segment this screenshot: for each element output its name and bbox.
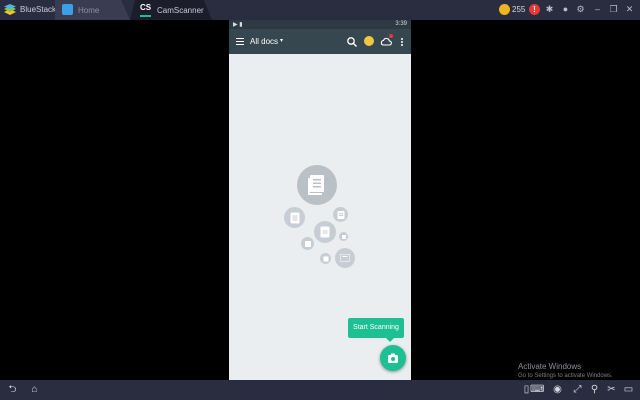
- location-icon[interactable]: ⚲: [588, 384, 601, 396]
- app-bar: All docs ▾: [229, 29, 411, 54]
- coin-icon[interactable]: [499, 4, 510, 15]
- coin-count: 255: [512, 5, 526, 14]
- phone-rotate-icon[interactable]: ▭: [622, 384, 635, 396]
- document-bubble-icon: [335, 248, 355, 268]
- camscanner-tab-underline: [140, 15, 151, 17]
- emulator-title-bar: BlueStacks Home CS CamScanner 255 ! ✱ ● …: [0, 0, 640, 20]
- tab-camscanner-label: CamScanner: [157, 6, 204, 15]
- restore-icon[interactable]: ❐: [608, 4, 619, 15]
- search-icon[interactable]: [346, 35, 358, 47]
- status-icons: ▶ ▮: [233, 22, 243, 28]
- document-bubble-icon: [333, 207, 348, 222]
- docs-filter-title[interactable]: All docs: [250, 37, 278, 46]
- tab-camscanner[interactable]: CS CamScanner: [130, 0, 212, 20]
- start-scanning-label: Start Scanning: [353, 324, 399, 331]
- document-bubble-icon: [314, 221, 336, 243]
- expand-icon[interactable]: ⤢: [571, 384, 584, 396]
- document-bubble-icon: [301, 237, 314, 250]
- bug-icon[interactable]: ✱: [544, 4, 555, 15]
- bluestacks-logo: [4, 4, 16, 15]
- home-tab-icon: [62, 4, 73, 15]
- start-scanning-tooltip[interactable]: Start Scanning: [348, 318, 404, 342]
- premium-crown-icon[interactable]: [364, 36, 374, 46]
- document-bubble-icon: [320, 253, 331, 264]
- back-icon[interactable]: ⮌: [6, 384, 19, 396]
- alert-icon[interactable]: !: [529, 4, 540, 15]
- document-bubble-icon: [339, 232, 348, 241]
- eye-icon[interactable]: ◉: [551, 384, 564, 396]
- more-options-icon[interactable]: [401, 38, 404, 47]
- chevron-down-icon[interactable]: ▾: [280, 37, 283, 44]
- document-bubble-icon: [284, 207, 305, 228]
- status-time: 3:39: [395, 21, 407, 27]
- notification-dot: [389, 34, 393, 38]
- windows-watermark-title: Activate Windows: [518, 362, 582, 371]
- minimize-icon[interactable]: –: [592, 4, 603, 15]
- tab-home[interactable]: Home: [55, 0, 130, 20]
- camera-fab-button[interactable]: [380, 345, 406, 371]
- scissors-icon[interactable]: ✂: [605, 384, 618, 396]
- keyboard-icon[interactable]: ⌨: [530, 384, 544, 396]
- documents-icon: [297, 165, 337, 205]
- cloud-sync-icon[interactable]: [380, 34, 393, 47]
- android-status-bar: ▶ ▮ 3:39: [229, 20, 411, 29]
- gear-icon[interactable]: ⚙: [575, 4, 586, 15]
- windows-watermark-subtitle: Go to Settings to activate Windows.: [518, 373, 613, 379]
- hamburger-menu-icon[interactable]: [236, 38, 244, 45]
- user-icon[interactable]: ●: [560, 4, 571, 15]
- tab-home-label: Home: [78, 6, 100, 15]
- close-icon[interactable]: ✕: [624, 4, 635, 15]
- emulator-bottom-bar: ⮌ ⌂ ▯ ⌨ ◉ ⤢ ⚲ ✂ ▭: [0, 380, 640, 400]
- camscanner-tab-icon: CS: [140, 3, 152, 12]
- camera-icon: [388, 353, 398, 363]
- home-icon[interactable]: ⌂: [28, 384, 41, 396]
- android-screen: ▶ ▮ 3:39 All docs ▾ Start Scanning: [229, 20, 411, 380]
- emulator-app-name: BlueStacks: [20, 5, 61, 14]
